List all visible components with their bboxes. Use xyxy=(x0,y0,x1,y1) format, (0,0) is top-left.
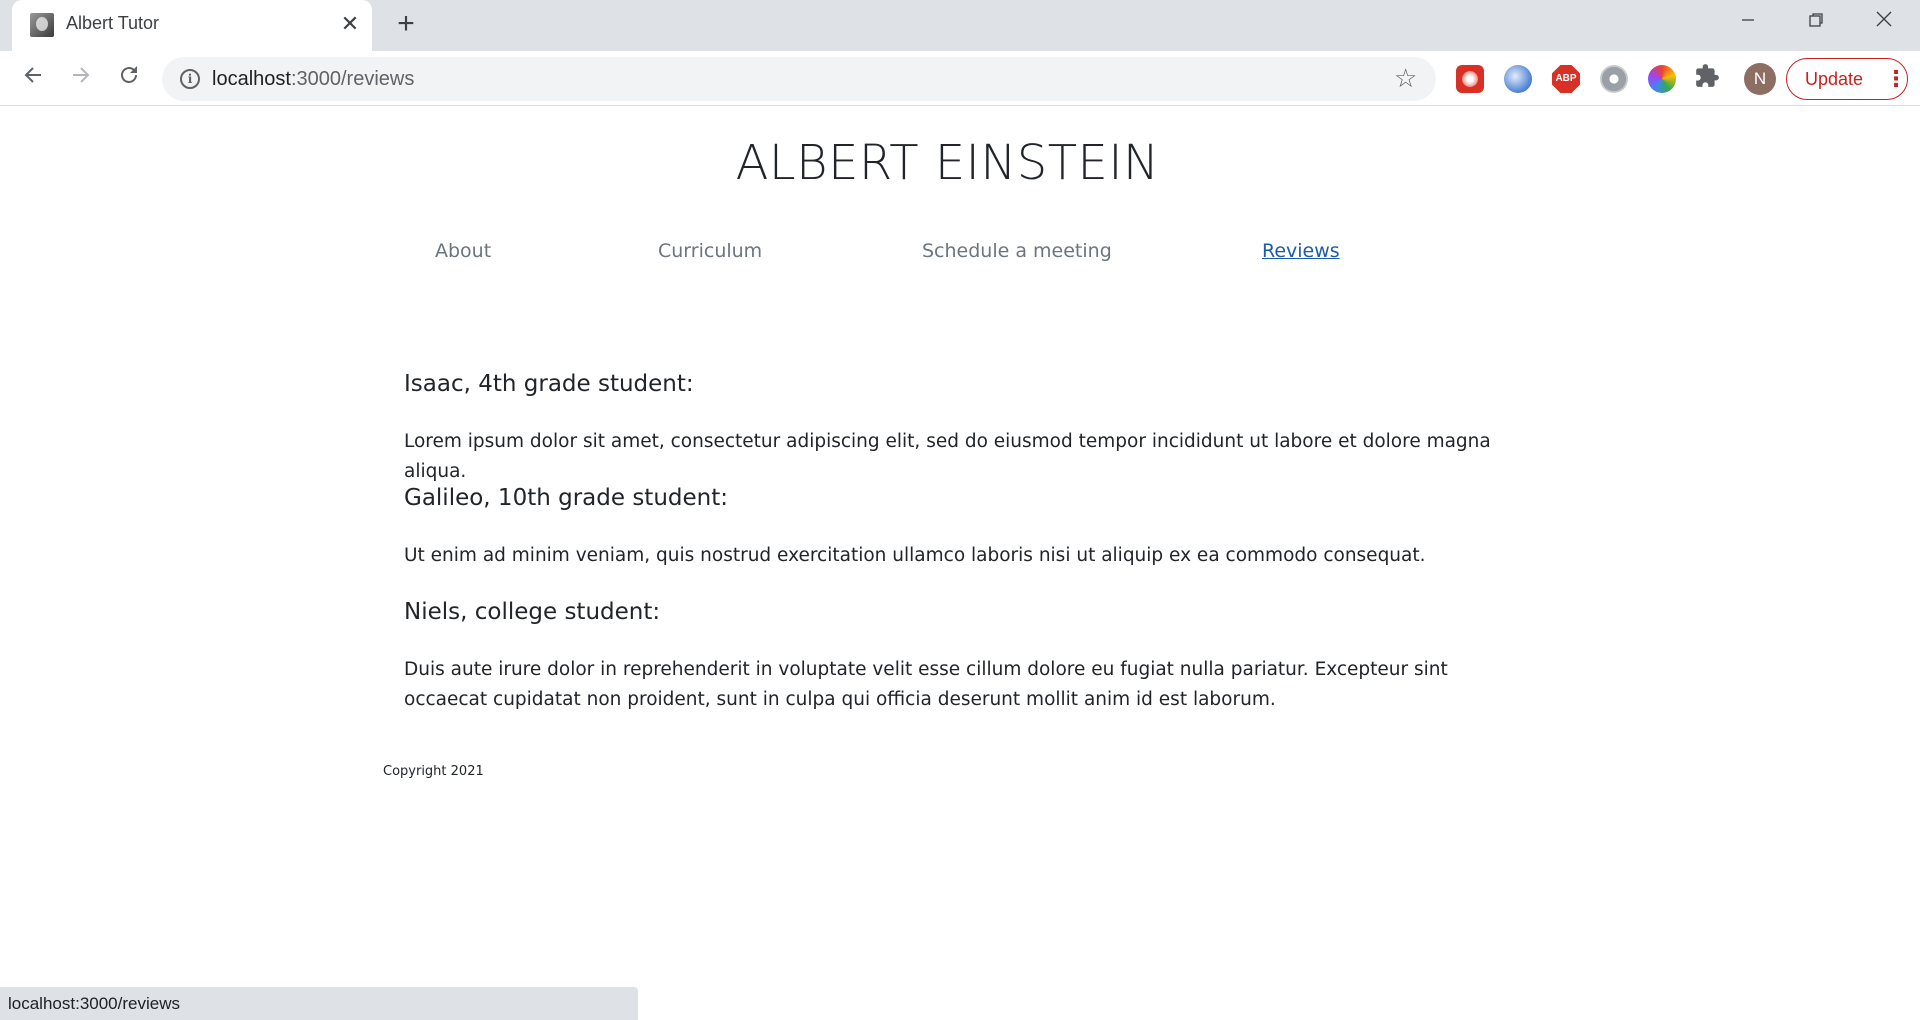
url-host: localhost xyxy=(212,68,291,90)
info-icon[interactable]: i xyxy=(180,69,200,89)
nav-link-about[interactable]: About xyxy=(435,240,491,262)
nav-link-schedule-meeting[interactable]: Schedule a meeting xyxy=(922,240,1112,262)
nav-link-curriculum[interactable]: Curriculum xyxy=(658,240,762,262)
adblock-icon[interactable]: ABP xyxy=(1552,65,1580,93)
review-text: Duis aute irure dolor in reprehenderit i… xyxy=(404,659,1448,710)
page-content: ALBERT EINSTEIN About Curriculum Schedul… xyxy=(0,107,1920,1020)
review-author: Isaac, 4th grade student: xyxy=(404,371,694,397)
back-arrow-icon[interactable] xyxy=(16,62,50,96)
gear-extension-icon[interactable] xyxy=(1600,65,1628,93)
footer-copyright: Copyright 2021 xyxy=(383,764,484,779)
browser-titlebar: Albert Tutor ✕ + xyxy=(0,0,1920,51)
tab-title: Albert Tutor xyxy=(66,13,160,33)
close-tab-icon[interactable]: ✕ xyxy=(338,10,362,38)
extension-blue-circle-icon[interactable] xyxy=(1504,65,1532,93)
nav-link-reviews[interactable]: Reviews xyxy=(1262,240,1340,262)
star-icon[interactable]: ☆ xyxy=(1394,63,1417,93)
site-title: ALBERT EINSTEIN xyxy=(735,135,1160,191)
reload-icon[interactable] xyxy=(112,62,146,96)
update-button[interactable]: Update ⋮ xyxy=(1786,58,1908,100)
url-text[interactable]: localhost:3000/reviews xyxy=(212,68,414,91)
favicon-icon xyxy=(30,13,54,37)
review-author: Galileo, 10th grade student: xyxy=(404,485,728,511)
review-text: Lorem ipsum dolor sit amet, consectetur … xyxy=(404,431,1491,482)
close-window-icon[interactable] xyxy=(1864,6,1904,38)
more-vert-icon: ⋮ xyxy=(1885,66,1907,91)
review-author: Niels, college student: xyxy=(404,599,661,625)
browser-toolbar: i localhost:3000/reviews ☆ ABP N Update … xyxy=(0,51,1920,106)
status-bar: localhost:3000/reviews xyxy=(0,987,638,1020)
tab-albert-tutor[interactable]: Albert Tutor ✕ xyxy=(12,0,372,51)
forward-arrow-icon[interactable] xyxy=(64,62,98,96)
restore-icon[interactable] xyxy=(1796,6,1836,38)
extension-red-icon[interactable] xyxy=(1456,65,1484,93)
review-text: Ut enim ad minim veniam, quis nostrud ex… xyxy=(404,545,1426,566)
color-wheel-icon[interactable] xyxy=(1648,65,1676,93)
update-label: Update xyxy=(1805,69,1864,89)
new-tab-button[interactable]: + xyxy=(390,8,422,42)
profile-avatar[interactable]: N xyxy=(1744,63,1776,95)
minimize-icon[interactable] xyxy=(1728,6,1768,38)
puzzle-icon[interactable] xyxy=(1694,63,1720,95)
url-path: :3000/reviews xyxy=(290,68,415,90)
address-bar[interactable]: i localhost:3000/reviews ☆ xyxy=(162,57,1436,101)
